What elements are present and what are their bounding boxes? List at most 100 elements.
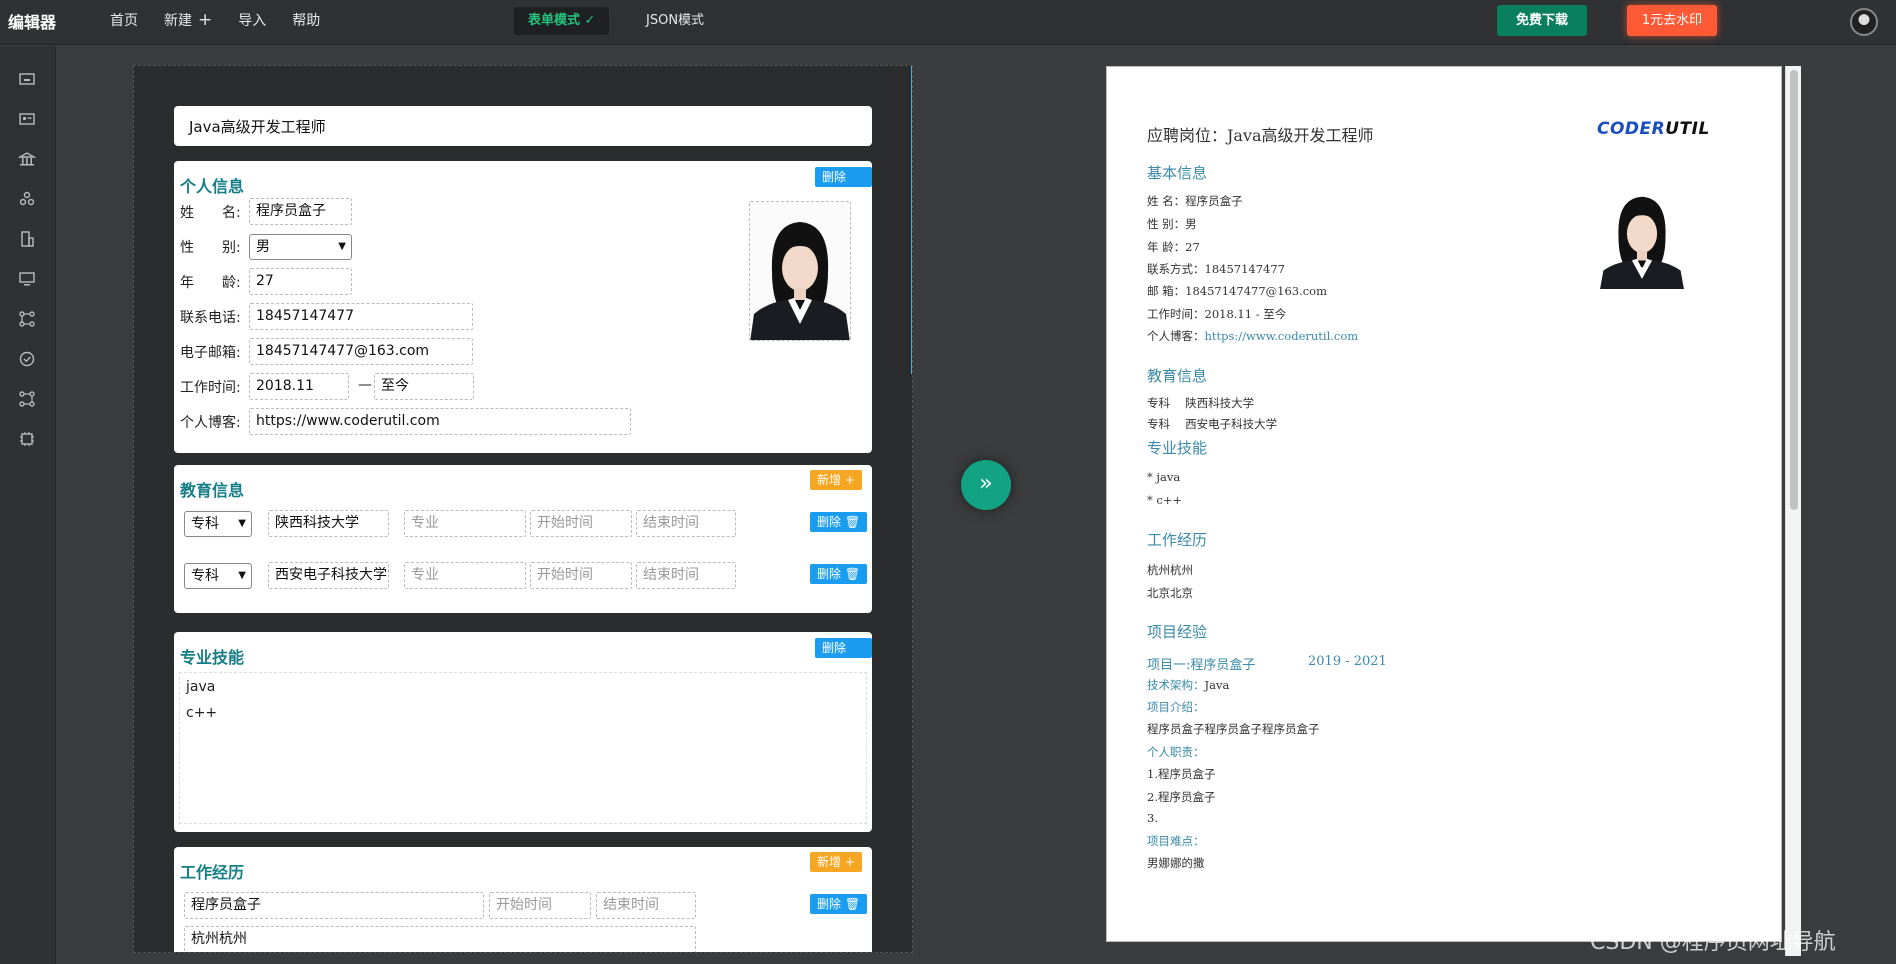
preview-duty-line: 1.程序员盒子 bbox=[1147, 767, 1216, 781]
group-icon[interactable] bbox=[18, 190, 36, 208]
major-input-2[interactable]: 专业 bbox=[404, 562, 526, 589]
age-input[interactable]: 27 bbox=[249, 268, 352, 295]
work-title: 工作经历 bbox=[180, 863, 245, 882]
preview-basic-line: 性 别：男 bbox=[1147, 217, 1197, 231]
preview-tech-value: Java bbox=[1204, 678, 1230, 692]
preview-edu-line: 专科 陕西科技大学 bbox=[1147, 396, 1255, 410]
degree-value: 专科 bbox=[191, 568, 219, 584]
bank-icon[interactable] bbox=[17, 150, 37, 168]
work-end-input[interactable]: 至今 bbox=[374, 373, 474, 400]
edu-end-input-2[interactable]: 结束时间 bbox=[636, 562, 736, 589]
preview-basic-line: 联系方式：18457147477 bbox=[1147, 262, 1285, 276]
preview-blog-link[interactable]: https://www.coderutil.com bbox=[1205, 329, 1359, 343]
delete-personal-button[interactable]: 删除 🗑 bbox=[815, 167, 872, 204]
form-mode-label: 表单模式 bbox=[528, 13, 581, 28]
gender-select[interactable]: 男 ▼ bbox=[249, 234, 352, 260]
coderutil-logo: CODERUTIL bbox=[1597, 119, 1710, 139]
nav-new[interactable]: 新建 + bbox=[164, 10, 212, 30]
form-mode-tab[interactable]: 表单模式 ✓ bbox=[514, 7, 610, 35]
school-input-1[interactable]: 陕西科技大学 bbox=[268, 510, 389, 537]
scrollbar-thumb[interactable] bbox=[1790, 70, 1798, 510]
preview-edu-title: 教育信息 bbox=[1147, 367, 1208, 385]
plus-icon: + bbox=[198, 10, 213, 30]
preview-project-name: 项目一:程序员盒子 bbox=[1147, 658, 1256, 673]
edu-start-input-2[interactable]: 开始时间 bbox=[530, 562, 632, 589]
preview-photo bbox=[1600, 185, 1684, 289]
delete-skills-button[interactable]: 删除 🗑 bbox=[815, 638, 872, 675]
monitor-icon[interactable] bbox=[18, 270, 36, 288]
remove-watermark-button[interactable]: 1元去水印 bbox=[1627, 5, 1717, 36]
preview-intro-label: 项目介绍： bbox=[1147, 700, 1205, 714]
nav-home[interactable]: 首页 bbox=[110, 10, 138, 30]
nav-help[interactable]: 帮助 bbox=[292, 10, 320, 30]
preview-skill-line: * java bbox=[1147, 470, 1181, 484]
preview-duty-line: 3. bbox=[1147, 811, 1158, 825]
delete-education-button-1[interactable]: 删除 🗑 bbox=[810, 512, 868, 532]
degree-value: 专科 bbox=[191, 516, 219, 532]
preview-project-title: 项目经验 bbox=[1147, 623, 1208, 641]
phone-label: 联系电话: bbox=[180, 310, 241, 326]
add-work-button[interactable]: 新增 + bbox=[810, 852, 862, 872]
nodes-icon[interactable] bbox=[18, 310, 36, 328]
logo-part-a: CODER bbox=[1597, 119, 1666, 139]
nav-import[interactable]: 导入 bbox=[238, 10, 266, 30]
nav-new-label: 新建 bbox=[164, 13, 192, 29]
phone-input[interactable]: 18457147477 bbox=[249, 303, 473, 330]
chevron-down-icon: ▼ bbox=[338, 241, 346, 252]
edu-start-input-1[interactable]: 开始时间 bbox=[530, 510, 632, 537]
work-location-input[interactable]: 杭州杭州 bbox=[184, 926, 696, 952]
add-education-button[interactable]: 新增 + bbox=[810, 470, 862, 490]
photo-upload[interactable] bbox=[749, 201, 851, 341]
major-input-1[interactable]: 专业 bbox=[404, 510, 526, 537]
profile-card-icon[interactable] bbox=[18, 110, 36, 128]
csdn-watermark: CSDN @程序员网址导航 bbox=[1590, 930, 1836, 955]
education-title: 教育信息 bbox=[180, 481, 245, 500]
preview-skill-line: * c++ bbox=[1147, 493, 1183, 507]
preview-difficulty-label: 项目难点： bbox=[1147, 834, 1205, 848]
preview-position: 应聘岗位：Java高级开发工程师 bbox=[1147, 126, 1374, 145]
user-avatar[interactable] bbox=[1850, 8, 1878, 36]
expand-preview-button[interactable]: » bbox=[961, 460, 1011, 510]
preview-scrollbar[interactable] bbox=[1785, 66, 1801, 956]
degree-select-1[interactable]: 专科 ▼ bbox=[184, 511, 252, 537]
id-card-icon[interactable] bbox=[18, 70, 36, 88]
email-input[interactable]: 18457147477@163.com bbox=[249, 338, 473, 365]
blog-label: 个人博客: bbox=[180, 415, 241, 431]
chip-icon[interactable] bbox=[18, 430, 36, 448]
preview-tech-label: 技术架构： bbox=[1147, 678, 1205, 692]
double-chevron-right-icon: » bbox=[979, 471, 993, 496]
work-start-input[interactable]: 2018.11 bbox=[249, 373, 349, 400]
work-start-date-input[interactable]: 开始时间 bbox=[489, 892, 591, 919]
preview-project-dates: 2019 - 2021 bbox=[1308, 654, 1387, 669]
delete-work-button[interactable]: 删除 🗑 bbox=[810, 894, 868, 914]
portrait-photo bbox=[1600, 185, 1684, 289]
school-input-2[interactable]: 西安电子科技大学 bbox=[268, 562, 389, 589]
preview-basic-line: 邮 箱：18457147477@163.com bbox=[1147, 284, 1328, 298]
badge-check-icon[interactable] bbox=[18, 350, 36, 368]
chevron-down-icon: ▼ bbox=[238, 518, 246, 529]
sidebar bbox=[0, 46, 56, 964]
delete-education-button-2[interactable]: 删除 🗑 bbox=[810, 564, 868, 584]
json-mode-tab[interactable]: JSON模式 bbox=[632, 7, 718, 35]
degree-select-2[interactable]: 专科 ▼ bbox=[184, 563, 252, 589]
work-range-separator: — bbox=[358, 377, 372, 393]
job-title-input[interactable]: Java高级开发工程师 bbox=[174, 106, 872, 146]
company-input[interactable]: 程序员盒子 bbox=[184, 892, 484, 919]
email-label: 电子邮箱: bbox=[180, 345, 241, 361]
blog-input[interactable]: https://www.coderutil.com bbox=[249, 408, 631, 435]
preview-work-title: 工作经历 bbox=[1147, 531, 1208, 549]
name-input[interactable]: 程序员盒子 bbox=[249, 198, 352, 225]
free-download-button[interactable]: 免费下载 bbox=[1497, 5, 1587, 36]
preview-edu-line: 专科 西安电子科技大学 bbox=[1147, 417, 1278, 431]
work-end-date-input[interactable]: 结束时间 bbox=[596, 892, 696, 919]
preview-work-line: 北京北京 bbox=[1147, 586, 1193, 600]
building-icon[interactable] bbox=[18, 230, 36, 248]
worktime-label: 工作时间: bbox=[180, 380, 241, 396]
skills-textarea[interactable]: java c++ bbox=[179, 672, 867, 824]
skills-card: 专业技能 删除 🗑 java c++ bbox=[174, 632, 872, 832]
edu-end-input-1[interactable]: 结束时间 bbox=[636, 510, 736, 537]
preview-basic-line: 姓 名：程序员盒子 bbox=[1147, 194, 1243, 208]
name-label: 姓 名: bbox=[180, 205, 241, 221]
gender-label: 性 别: bbox=[180, 240, 241, 256]
network-icon[interactable] bbox=[18, 390, 36, 408]
